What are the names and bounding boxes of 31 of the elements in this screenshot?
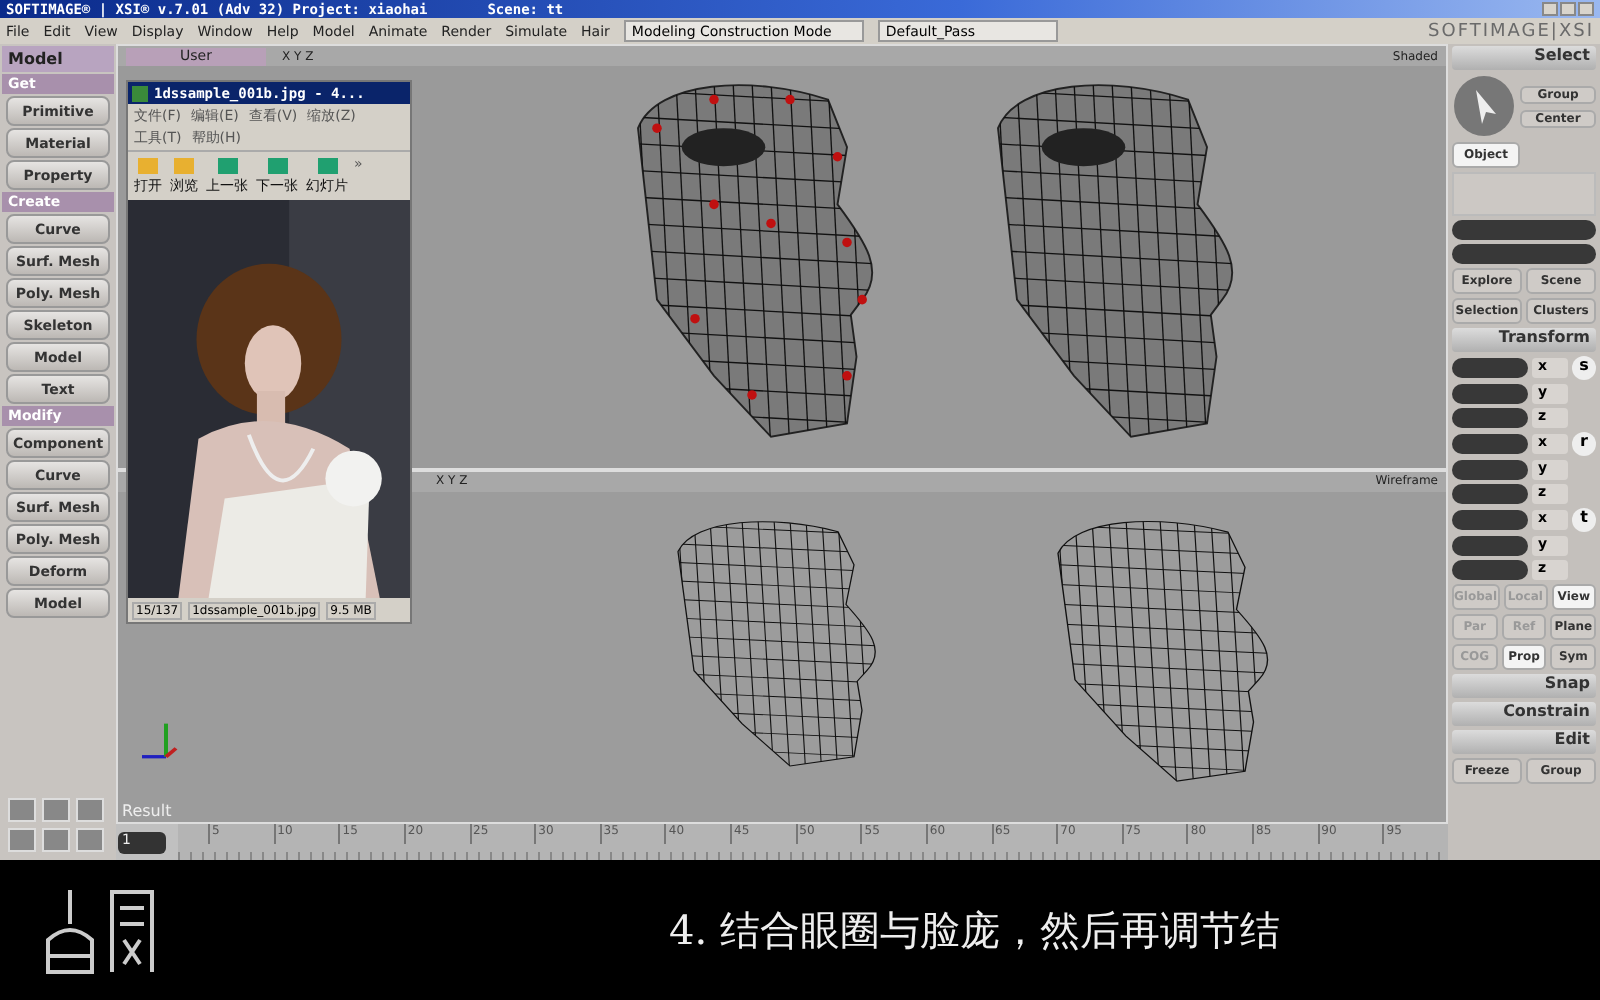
panel-header[interactable]: Edit — [1452, 730, 1596, 754]
panel-header[interactable]: Transform — [1452, 328, 1596, 352]
brand-logo-text: SOFTIMAGE|XSI — [1428, 21, 1594, 41]
layout-icon[interactable] — [42, 798, 70, 822]
transform-field[interactable] — [1452, 408, 1528, 428]
caption-text: 4. 结合眼圈与脸庞，然后再调节结 — [669, 903, 1280, 957]
transform-mode-button[interactable]: r — [1572, 432, 1596, 456]
transform-field[interactable] — [1452, 460, 1528, 480]
transform-field[interactable] — [1452, 560, 1528, 580]
transform-field[interactable] — [1452, 384, 1528, 404]
transform-field[interactable] — [1452, 434, 1528, 454]
panel-header[interactable]: Snap — [1452, 674, 1596, 698]
transform-field[interactable] — [1452, 536, 1528, 556]
layout-icon[interactable] — [8, 828, 36, 852]
transform-mode-button[interactable]: s — [1572, 356, 1596, 380]
transform-field[interactable] — [1452, 484, 1528, 504]
layout-icon[interactable] — [76, 798, 104, 822]
selection-field[interactable] — [1452, 220, 1596, 240]
selection-field[interactable] — [1452, 244, 1596, 264]
transform-mode-button[interactable]: t — [1572, 508, 1596, 532]
layout-icon[interactable] — [42, 828, 70, 852]
axis-gizmo-icon — [142, 722, 178, 758]
layout-icon[interactable] — [8, 798, 36, 822]
transform-field[interactable] — [1452, 510, 1528, 530]
panel-header[interactable]: Select — [1452, 46, 1596, 70]
result-label: Result — [122, 802, 172, 820]
layout-icon[interactable] — [76, 828, 104, 852]
module-dropdown[interactable]: Model — [2, 46, 114, 72]
transform-field[interactable] — [1452, 358, 1528, 378]
app-icon — [132, 85, 148, 101]
panel-header[interactable]: Constrain — [1452, 702, 1596, 726]
